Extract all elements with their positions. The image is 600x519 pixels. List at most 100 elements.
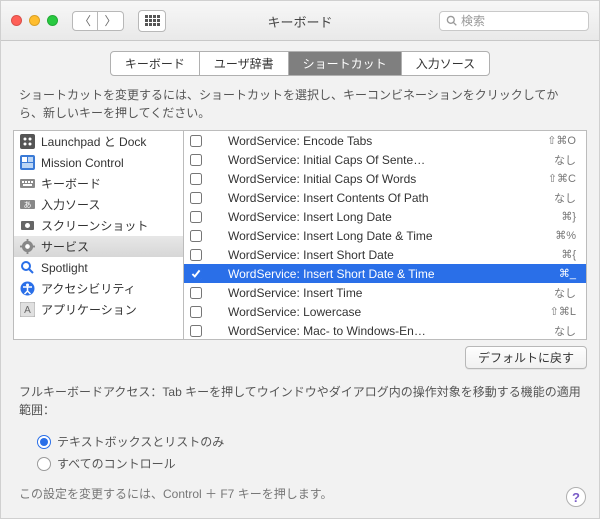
shortcut-row[interactable]: WordService: Insert Short Date & Time⌘_ <box>184 264 586 283</box>
sidebar-item[interactable]: A アプリケーション <box>14 299 183 320</box>
shortcut-key[interactable]: なし <box>554 190 580 206</box>
zoom-window-button[interactable] <box>47 15 58 26</box>
shortcut-list[interactable]: WordService: Encode Tabs⇧⌘OWordService: … <box>184 131 586 339</box>
shortcut-row[interactable]: WordService: Insert Time なし <box>184 283 586 302</box>
instruction-text: ショートカットを変更するには、ショートカットを選択し、キーコンビネーションをクリ… <box>1 84 599 130</box>
shortcut-row[interactable]: WordService: Lowercase ⇧⌘L <box>184 302 586 321</box>
shortcut-row[interactable]: WordService: Initial Caps Of Words ⇧⌘C <box>184 169 586 188</box>
shortcut-key[interactable]: ⇧⌘L <box>550 305 580 318</box>
nav-buttons: 〈 〉 <box>72 11 124 31</box>
restore-defaults-button[interactable]: デフォルトに戻す <box>465 346 587 369</box>
radio-icon <box>37 457 51 471</box>
shortcut-checkbox[interactable] <box>190 211 202 223</box>
tab-キーボード[interactable]: キーボード <box>111 52 200 75</box>
shortcut-label: WordService: Initial Caps Of Words <box>228 172 542 186</box>
help-button[interactable]: ? <box>566 487 586 507</box>
tab-ユーザ辞書[interactable]: ユーザ辞書 <box>200 52 289 75</box>
keyboard-icon <box>20 176 35 191</box>
tab-入力ソース[interactable]: 入力ソース <box>402 52 489 75</box>
traffic-lights <box>11 15 58 26</box>
shortcut-checkbox[interactable] <box>190 154 202 166</box>
search-field[interactable]: 検索 <box>439 11 589 31</box>
screenshot-icon <box>20 218 35 233</box>
close-window-button[interactable] <box>11 15 22 26</box>
sidebar-item[interactable]: Launchpad と Dock <box>14 131 183 152</box>
shortcut-checkbox[interactable] <box>190 268 202 280</box>
shortcut-label: WordService: Insert Short Date <box>228 248 555 262</box>
shortcut-key[interactable]: なし <box>554 285 580 301</box>
category-sidebar[interactable]: Launchpad と DockMission Controlキーボードあ入力ソ… <box>14 131 184 339</box>
accessibility-icon <box>20 281 35 296</box>
sidebar-item[interactable]: Spotlight <box>14 257 183 278</box>
sidebar-item-label: Launchpad と Dock <box>41 133 146 150</box>
sidebar-item-label: Mission Control <box>41 156 124 170</box>
shortcut-label: WordService: Insert Time <box>228 286 548 300</box>
sidebar-item[interactable]: サービス <box>14 236 183 257</box>
shortcut-key[interactable]: ⌘% <box>555 229 580 242</box>
sidebar-item[interactable]: キーボード <box>14 173 183 194</box>
forward-button[interactable]: 〉 <box>98 11 124 31</box>
shortcut-key[interactable]: ⇧⌘O <box>547 134 580 147</box>
launchpad-icon <box>20 134 35 149</box>
radio-label: テキストボックスとリストのみ <box>57 433 224 451</box>
titlebar: 〈 〉 キーボード 検索 <box>1 1 599 41</box>
shortcut-row[interactable]: WordService: Mac- to Windows-En… なし <box>184 321 586 339</box>
svg-text:あ: あ <box>24 201 32 210</box>
shortcut-label: WordService: Encode Tabs <box>228 134 541 148</box>
shortcut-label: WordService: Insert Contents Of Path <box>228 191 548 205</box>
shortcut-checkbox[interactable] <box>190 287 202 299</box>
sidebar-item-label: Spotlight <box>41 261 88 275</box>
shortcut-row[interactable]: WordService: Encode Tabs ⇧⌘O <box>184 131 586 150</box>
sidebar-item-label: アプリケーション <box>41 301 137 318</box>
shortcut-row[interactable]: WordService: Initial Caps Of Sente… なし <box>184 150 586 169</box>
sidebar-item[interactable]: Mission Control <box>14 152 183 173</box>
panels: Launchpad と DockMission Controlキーボードあ入力ソ… <box>13 130 587 340</box>
shortcut-checkbox[interactable] <box>190 135 202 147</box>
shortcut-key[interactable]: ⌘_ <box>559 267 580 280</box>
sidebar-item-label: キーボード <box>41 175 101 192</box>
shortcut-key[interactable]: ⇧⌘C <box>548 172 580 185</box>
shortcut-row[interactable]: WordService: Insert Contents Of Path なし <box>184 188 586 207</box>
sidebar-item-label: 入力ソース <box>41 196 100 213</box>
shortcut-label: WordService: Insert Long Date <box>228 210 555 224</box>
shortcut-row[interactable]: WordService: Insert Long Date & Time⌘% <box>184 226 586 245</box>
sidebar-item[interactable]: あ入力ソース <box>14 194 183 215</box>
shortcut-key[interactable]: なし <box>554 323 580 339</box>
back-button[interactable]: 〈 <box>72 11 98 31</box>
tab-ショートカット[interactable]: ショートカット <box>289 52 402 75</box>
shortcut-checkbox[interactable] <box>190 249 202 261</box>
sidebar-item[interactable]: スクリーンショット <box>14 215 183 236</box>
shortcut-row[interactable]: WordService: Insert Short Date ⌘{ <box>184 245 586 264</box>
sidebar-item-label: アクセシビリティ <box>41 280 136 297</box>
shortcut-checkbox[interactable] <box>190 230 202 242</box>
fka-description: フルキーボードアクセス：Tab キーを押してウインドウやダイアログ内の操作対象を… <box>1 379 599 423</box>
shortcut-key[interactable]: なし <box>554 152 580 168</box>
svg-text:A: A <box>24 305 31 316</box>
app-icon: A <box>20 302 35 317</box>
shortcut-checkbox[interactable] <box>190 306 202 318</box>
tab-segment: キーボードユーザ辞書ショートカット入力ソース <box>1 41 599 84</box>
sidebar-item[interactable]: アクセシビリティ <box>14 278 183 299</box>
search-placeholder: 検索 <box>461 12 485 29</box>
input-icon: あ <box>20 197 35 212</box>
fka-radio-option[interactable]: テキストボックスとリストのみ <box>37 431 581 453</box>
grid-icon <box>145 15 160 26</box>
shortcut-checkbox[interactable] <box>190 173 202 185</box>
shortcut-key[interactable]: ⌘{ <box>561 248 580 261</box>
shortcut-row[interactable]: WordService: Insert Long Date ⌘} <box>184 207 586 226</box>
fka-radio-option[interactable]: すべてのコントロール <box>37 453 581 475</box>
shortcut-checkbox[interactable] <box>190 325 202 337</box>
spotlight-icon <box>20 260 35 275</box>
radio-icon <box>37 435 51 449</box>
shortcut-label: WordService: Lowercase <box>228 305 544 319</box>
minimize-window-button[interactable] <box>29 15 40 26</box>
radio-label: すべてのコントロール <box>57 455 176 473</box>
shortcut-checkbox[interactable] <box>190 192 202 204</box>
show-all-prefs-button[interactable] <box>138 10 166 32</box>
shortcut-key[interactable]: ⌘} <box>561 210 580 223</box>
fka-hint: この設定を変更するには、Control ＋ F7 キーを押します。 <box>19 485 581 503</box>
mission-icon <box>20 155 35 170</box>
shortcut-label: WordService: Initial Caps Of Sente… <box>228 153 548 167</box>
sidebar-item-label: スクリーンショット <box>41 217 148 234</box>
shortcut-label: WordService: Mac- to Windows-En… <box>228 324 548 338</box>
